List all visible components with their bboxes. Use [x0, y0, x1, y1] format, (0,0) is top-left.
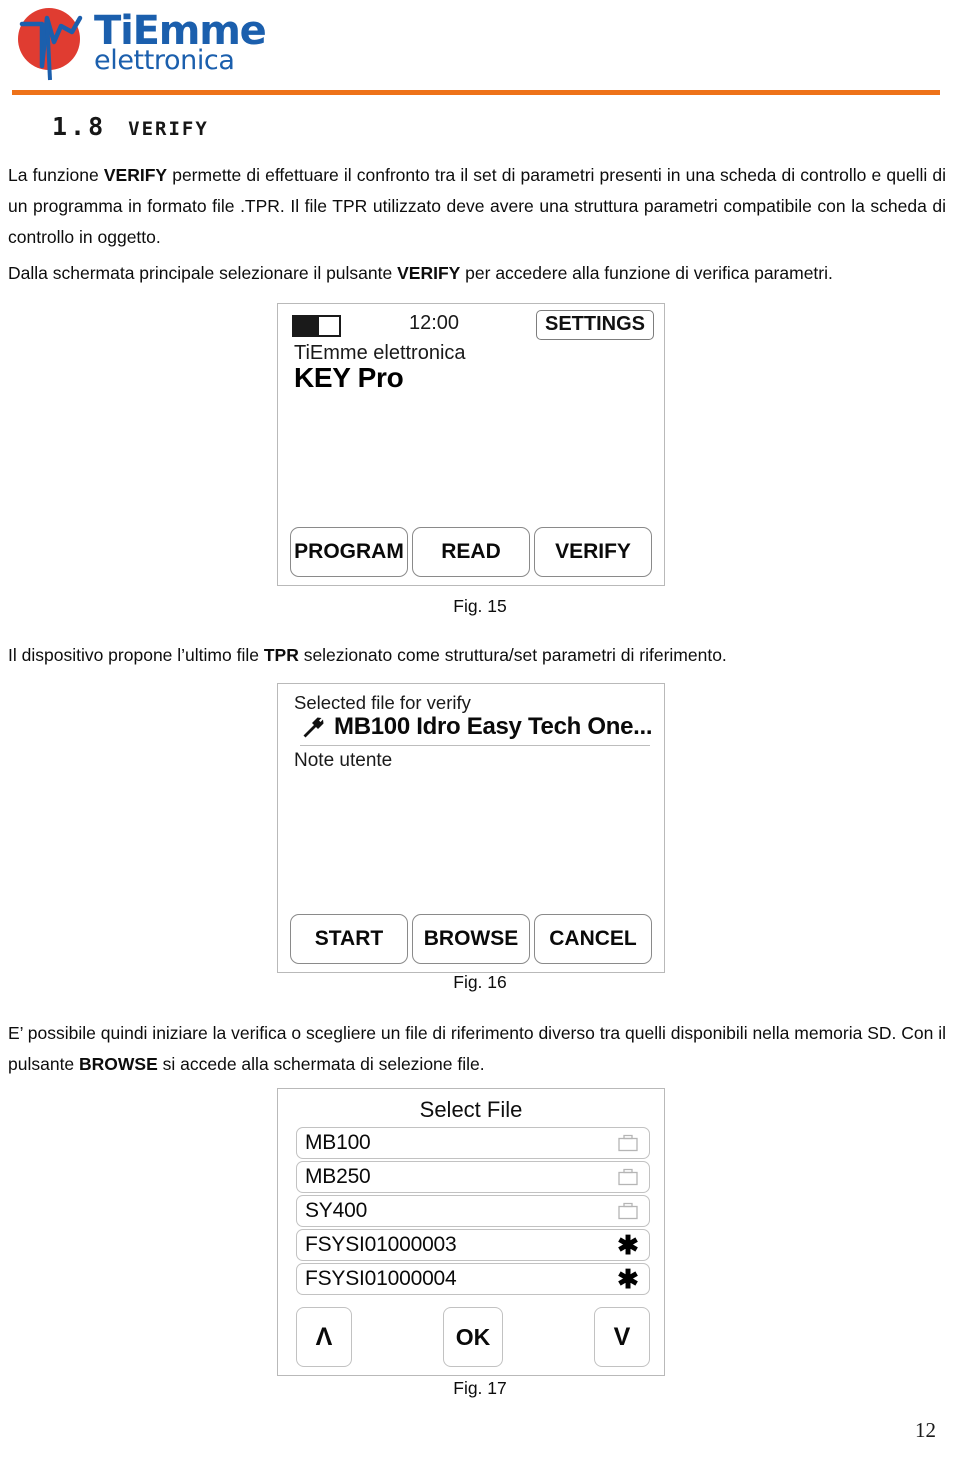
list-item-label: FSYSI01000004: [305, 1267, 457, 1290]
ok-button[interactable]: OK: [443, 1307, 503, 1367]
fig15-button-row: PROGRAM READ VERIFY: [290, 527, 652, 577]
screen-device-name: KEY Pro: [294, 362, 404, 393]
status-bar: 12:00 SETTINGS: [292, 310, 654, 340]
selected-file-label: Selected file for verify: [294, 692, 471, 713]
list-item-label: MB250: [305, 1165, 371, 1188]
start-button[interactable]: START: [290, 914, 408, 964]
figure-17-caption: Fig. 17: [453, 1378, 507, 1398]
select-file-title: Select File: [419, 1097, 523, 1122]
header-divider: [12, 90, 940, 95]
figure-15-caption: Fig. 15: [453, 596, 507, 616]
para3-part2: selezionato come struttura/set parametri…: [298, 645, 727, 665]
para1-bold: VERIFY: [103, 165, 168, 185]
list-item[interactable]: FSYSI01000004 ✱: [296, 1263, 650, 1295]
figure-16-device-screen: Selected file for verify MB100 Idro Easy…: [277, 683, 665, 973]
list-item-label: MB100: [305, 1131, 371, 1154]
para4-bold: BROWSE: [79, 1054, 158, 1074]
folder-icon: [617, 1134, 639, 1152]
folder-icon: [617, 1202, 639, 1220]
list-item[interactable]: MB250: [296, 1161, 650, 1193]
fig16-button-row: START BROWSE CANCEL: [290, 914, 652, 964]
paragraph-browse: E’ possibile quindi iniziare la verifica…: [8, 1018, 946, 1080]
selected-file-row[interactable]: MB100 Idro Easy Tech One...: [300, 713, 653, 746]
para1-part1: La funzione: [8, 165, 104, 185]
figure-17-device-screen: Select File MB100 MB250 SY400 FSYSI01000…: [277, 1088, 665, 1376]
program-button[interactable]: PROGRAM: [290, 527, 408, 577]
fig17-nav-row: Λ OK V: [296, 1307, 650, 1367]
page-header: TiEmme elettronica: [0, 0, 960, 95]
asterisk-icon: ✱: [617, 1264, 639, 1294]
tiemme-logo-icon: [14, 6, 90, 82]
verify-button[interactable]: VERIFY: [534, 527, 652, 577]
list-item[interactable]: SY400: [296, 1195, 650, 1227]
settings-button[interactable]: SETTINGS: [535, 310, 654, 340]
read-button[interactable]: READ: [412, 527, 530, 577]
para3-part1: Il dispositivo propone l’ultimo file: [8, 645, 264, 665]
note-label: Note utente: [294, 750, 393, 771]
selected-file-name: MB100 Idro Easy Tech One...: [334, 713, 653, 740]
para2-part1: Dalla schermata principale selezionare i…: [8, 263, 398, 283]
para2-part2: per accedere alla funzione di verifica p…: [460, 263, 833, 283]
para2-bold: VERIFY: [397, 263, 461, 283]
page-number: 12: [915, 1418, 936, 1442]
wrench-icon: [300, 716, 326, 738]
asterisk-icon: ✱: [617, 1230, 639, 1260]
para4-part2: si accede alla schermata di selezione fi…: [157, 1054, 485, 1074]
list-item[interactable]: MB100: [296, 1127, 650, 1159]
section-number: 1.8: [52, 112, 107, 141]
paragraph-select-verify: Dalla schermata principale selezionare i…: [8, 258, 946, 289]
file-list: MB100 MB250 SY400 FSYSI01000003 ✱ FSYSI0…: [296, 1127, 650, 1297]
figure-15-device-screen: 12:00 SETTINGS TiEmme elettronica KEY Pr…: [277, 303, 665, 586]
figure-16-caption: Fig. 16: [453, 972, 507, 992]
list-item[interactable]: FSYSI01000003 ✱: [296, 1229, 650, 1261]
paragraph-intro: La funzione VERIFY permette di effettuar…: [8, 160, 946, 253]
cancel-button[interactable]: CANCEL: [534, 914, 652, 964]
paragraph-last-tpr: Il dispositivo propone l’ultimo file TPR…: [8, 640, 946, 671]
scroll-up-button[interactable]: Λ: [296, 1307, 352, 1367]
company-logo: TiEmme elettronica: [14, 6, 267, 82]
section-title: Verify: [128, 111, 209, 142]
scroll-down-button[interactable]: V: [594, 1307, 650, 1367]
list-item-label: SY400: [305, 1199, 368, 1222]
para3-bold: TPR: [263, 645, 299, 665]
folder-icon: [617, 1168, 639, 1186]
list-item-label: FSYSI01000003: [305, 1233, 457, 1256]
browse-button[interactable]: BROWSE: [412, 914, 530, 964]
page-title: 1.8 Verify: [52, 111, 209, 142]
